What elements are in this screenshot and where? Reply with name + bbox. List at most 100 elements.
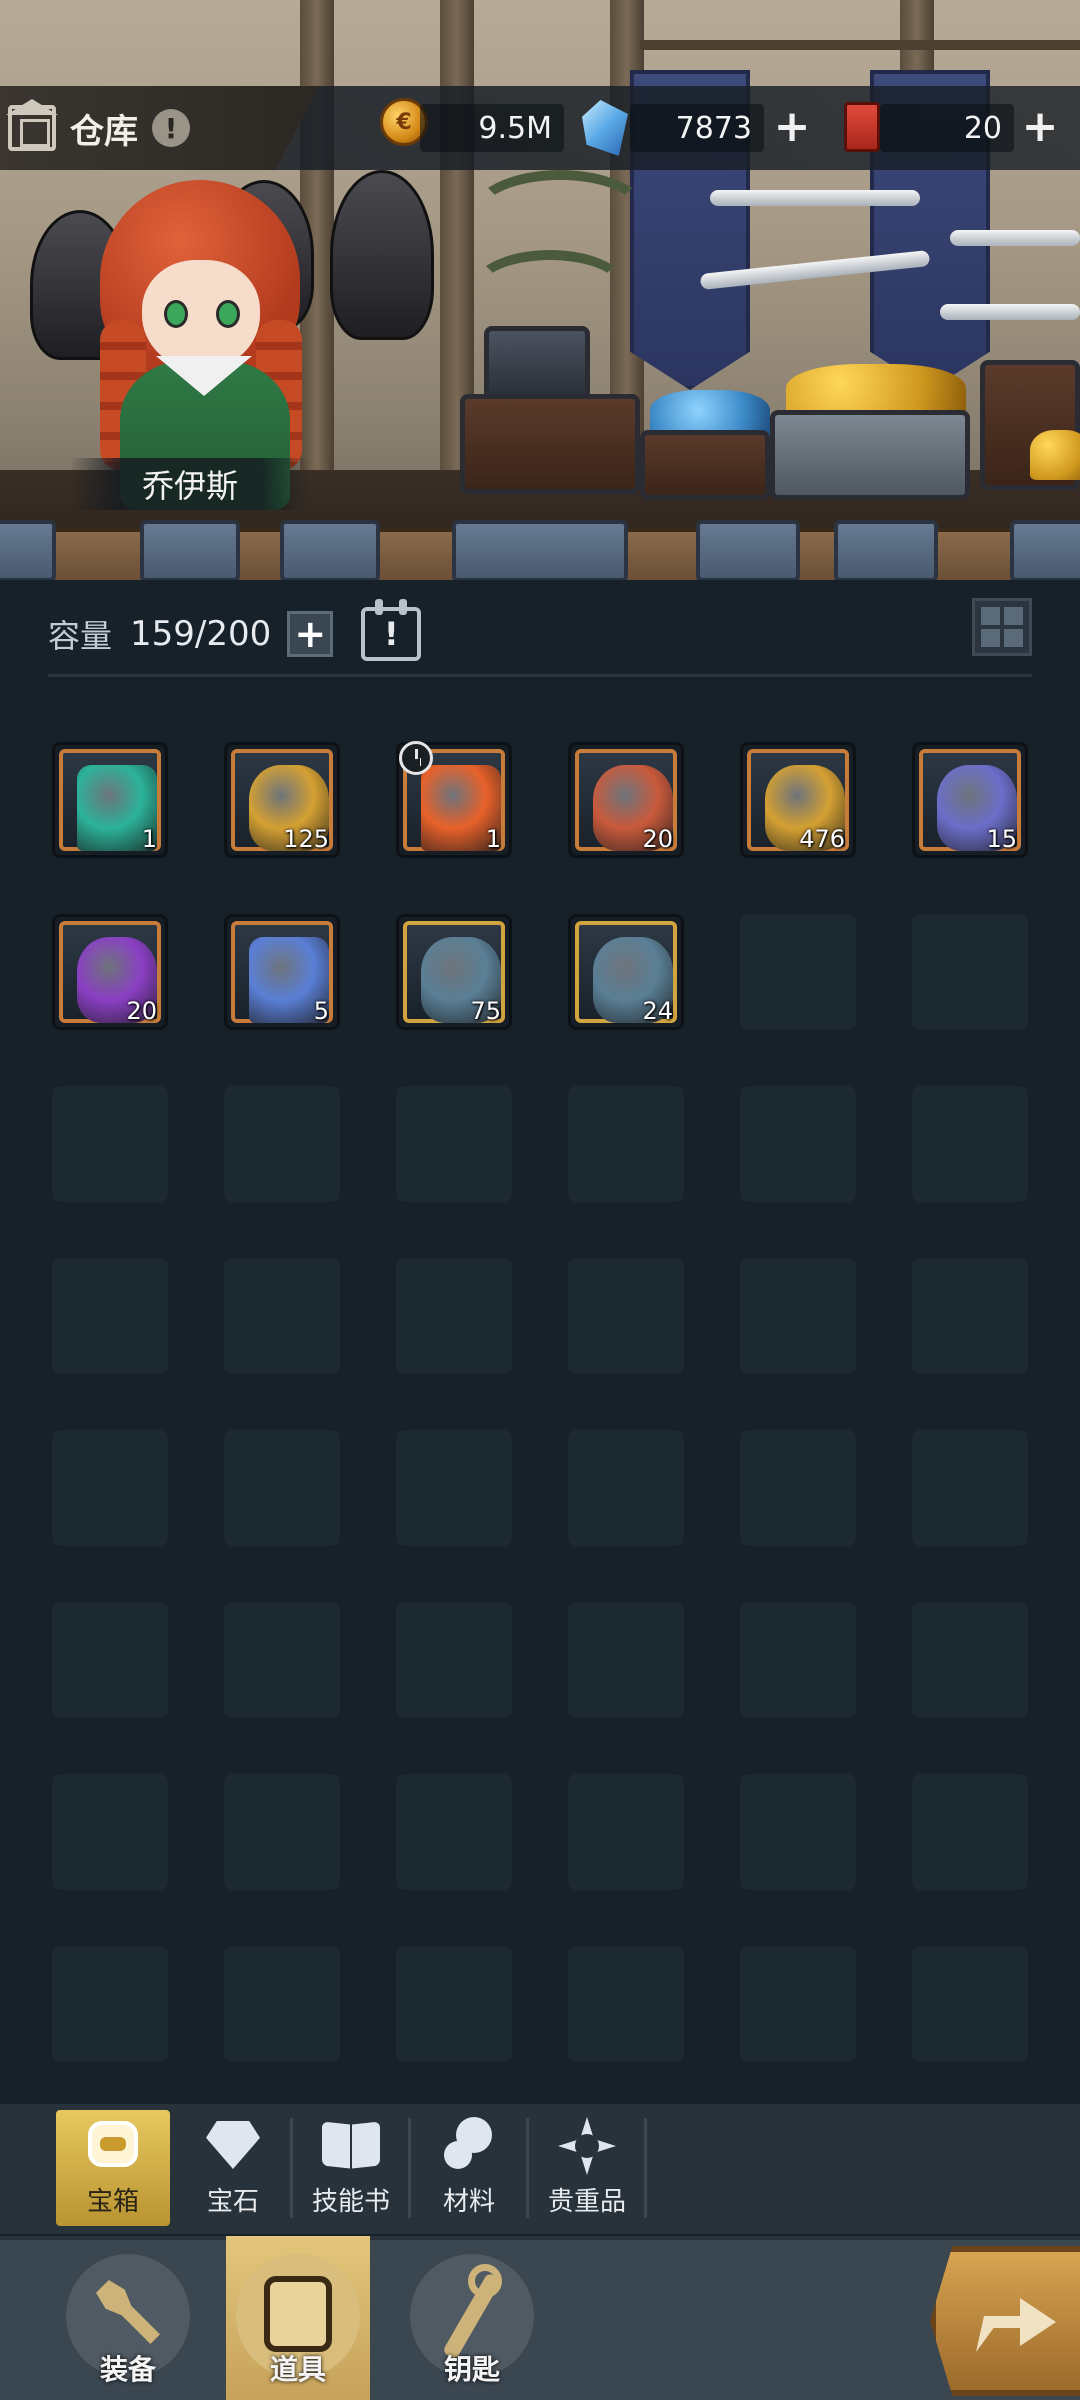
shelf-stone (696, 520, 800, 580)
ticket-amount: 20 (880, 104, 1014, 152)
nav-items[interactable]: 道具 (226, 2236, 370, 2400)
inventory-slot[interactable]: 75 (396, 914, 512, 1030)
face (142, 260, 260, 370)
inventory-slot[interactable]: 1 (52, 742, 168, 858)
empty-inventory-slot[interactable] (224, 1258, 340, 1374)
shelf-stone (140, 520, 240, 580)
gold-amount: 9.5M (420, 104, 564, 152)
empty-inventory-slot[interactable] (52, 1086, 168, 1202)
shelf-stone (1010, 520, 1080, 580)
eye (164, 300, 188, 328)
inventory-slot[interactable]: 476 (740, 742, 856, 858)
tab-chests[interactable]: 宝箱 (56, 2110, 170, 2226)
add-crystal-button[interactable]: + (770, 105, 814, 150)
diamond-icon (204, 2117, 262, 2171)
item-quantity: 1 (141, 825, 157, 853)
empty-inventory-slot[interactable] (224, 1946, 340, 2062)
inventory-slot[interactable]: 20 (568, 742, 684, 858)
empty-inventory-slot[interactable] (224, 1774, 340, 1890)
nav-keys[interactable]: 钥匙 (400, 2236, 544, 2400)
empty-inventory-slot[interactable] (224, 1430, 340, 1546)
item-quantity: 20 (642, 825, 673, 853)
empty-inventory-slot[interactable] (912, 1430, 1028, 1546)
empty-inventory-slot[interactable] (396, 1602, 512, 1718)
small-chest-prop (484, 326, 590, 402)
empty-inventory-slot[interactable] (912, 1602, 1028, 1718)
inventory-slot[interactable]: 20 (52, 914, 168, 1030)
tab-valuables[interactable]: 贵重品 (530, 2110, 644, 2226)
inventory-slot[interactable]: 5 (224, 914, 340, 1030)
inventory-slot[interactable]: 15 (912, 742, 1028, 858)
empty-inventory-slot[interactable] (568, 1602, 684, 1718)
tab-gems[interactable]: 宝石 (176, 2110, 290, 2226)
empty-inventory-slot[interactable] (912, 1946, 1028, 2062)
empty-inventory-slot[interactable] (740, 1430, 856, 1546)
item-quantity: 75 (470, 997, 501, 1025)
tab-separator (408, 2118, 411, 2218)
character-portrait[interactable] (60, 150, 340, 510)
calendar-alert-icon[interactable]: ! (361, 599, 422, 661)
chest-icon (84, 2117, 142, 2171)
empty-inventory-slot[interactable] (52, 1258, 168, 1374)
empty-inventory-slot[interactable] (568, 1774, 684, 1890)
item-quantity: 20 (126, 997, 157, 1025)
inventory-slot[interactable]: 1 (396, 741, 512, 858)
tab-separator (526, 2118, 529, 2218)
empty-inventory-slot[interactable] (568, 1946, 684, 2062)
materials-icon (440, 2117, 498, 2171)
empty-inventory-slot[interactable] (224, 1086, 340, 1202)
empty-inventory-slot[interactable] (396, 1946, 512, 2062)
warehouse-icon (8, 105, 56, 151)
empty-inventory-slot[interactable] (740, 1602, 856, 1718)
tab-materials[interactable]: 材料 (412, 2110, 526, 2226)
bow-prop (470, 170, 650, 260)
empty-inventory-slot[interactable] (568, 1086, 684, 1202)
item-quantity: 125 (283, 825, 329, 853)
empty-inventory-slot[interactable] (52, 1602, 168, 1718)
empty-inventory-slot[interactable] (912, 1258, 1028, 1374)
empty-inventory-slot[interactable] (396, 1258, 512, 1374)
gold-pile-prop (1030, 430, 1080, 480)
empty-inventory-slot[interactable] (568, 1258, 684, 1374)
tab-skill-books[interactable]: 技能书 (294, 2110, 408, 2226)
empty-inventory-slot[interactable] (740, 1946, 856, 2062)
empty-inventory-slot[interactable] (740, 1774, 856, 1890)
inventory-slot[interactable]: 24 (568, 914, 684, 1030)
expand-capacity-button[interactable]: + (287, 611, 334, 657)
page-title: 仓库 (70, 111, 138, 152)
empty-inventory-slot[interactable] (912, 914, 1028, 1030)
tab-separator (290, 2118, 293, 2218)
empty-inventory-slot[interactable] (912, 1774, 1028, 1890)
empty-inventory-slot[interactable] (568, 1430, 684, 1546)
empty-inventory-slot[interactable] (224, 1602, 340, 1718)
empty-inventory-slot[interactable] (396, 1774, 512, 1890)
timer-icon (399, 741, 433, 775)
inventory-grid: 1 125 1 20 476 15 20 5 75 24 (52, 741, 1032, 2062)
empty-inventory-slot[interactable] (52, 1946, 168, 2062)
item-quantity: 15 (986, 825, 1017, 853)
sword-prop (940, 304, 1080, 320)
add-ticket-button[interactable]: + (1018, 105, 1062, 150)
empty-inventory-slot[interactable] (52, 1430, 168, 1546)
sword-prop (950, 230, 1080, 246)
share-arrow-button[interactable] (930, 2246, 1080, 2396)
inventory-slot[interactable]: 125 (224, 742, 340, 858)
empty-inventory-slot[interactable] (396, 1086, 512, 1202)
tab-separator (644, 2118, 647, 2218)
book-icon (322, 2117, 380, 2171)
grid-view-toggle[interactable] (972, 598, 1032, 656)
divider (48, 674, 1032, 677)
wooden-chest-prop (460, 394, 640, 494)
empty-inventory-slot[interactable] (740, 914, 856, 1030)
empty-inventory-slot[interactable] (52, 1774, 168, 1890)
sword-prop (710, 190, 920, 206)
empty-inventory-slot[interactable] (396, 1430, 512, 1546)
empty-inventory-slot[interactable] (912, 1086, 1028, 1202)
silver-treasure-chest-prop (770, 410, 970, 500)
empty-inventory-slot[interactable] (740, 1258, 856, 1374)
empty-inventory-slot[interactable] (740, 1086, 856, 1202)
item-quantity: 24 (642, 997, 673, 1025)
nav-equipment[interactable]: 装备 (56, 2236, 200, 2400)
shelf-stone (834, 520, 938, 580)
info-alert-icon[interactable]: ! (152, 109, 190, 147)
